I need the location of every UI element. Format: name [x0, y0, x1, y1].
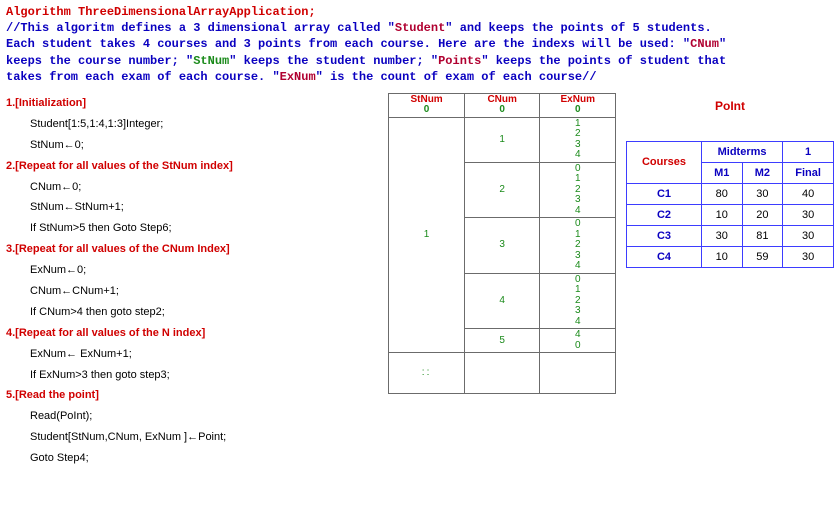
trace-cnum-cell: 5 [464, 329, 540, 353]
comment-text: takes from each exam of each course. " [6, 70, 280, 84]
trace-cnum-cell: 3 [464, 218, 540, 274]
trace-exnum-cell: 0 1 2 3 4 [540, 162, 616, 218]
step-5-line: Read(PoInt); [30, 406, 382, 427]
point-val: 30 [783, 204, 834, 225]
trace-exnum-cell: 0 1 2 3 4 [540, 273, 616, 329]
trace-empty [464, 353, 540, 394]
step-2-line: CNum←0; [30, 177, 382, 198]
step-1-label: 1.[Initialization] [6, 93, 382, 114]
algorithm-header: Algorithm ThreeDimensionalArrayApplicati… [0, 0, 840, 87]
trace-head-cnum: CNum0 [464, 93, 540, 117]
point-val: 81 [742, 225, 783, 246]
point-course: C3 [627, 225, 702, 246]
point-val: 40 [783, 183, 834, 204]
kw-student: Student [395, 21, 445, 35]
point-val: 30 [783, 246, 834, 267]
trace-head-stnum: StNum0 [389, 93, 465, 117]
step-2-label: 2.[Repeat for all values of the StNum in… [6, 156, 382, 177]
trace-head-exnum: ExNum0 [540, 93, 616, 117]
point-head-m2: M2 [742, 162, 783, 183]
step-3-label: 3.[Repeat for all values of the CNum Ind… [6, 239, 382, 260]
trace-ex-val: 4 [575, 150, 581, 161]
step-1-line: StNum←0; [30, 135, 382, 156]
step-3-line: ExNum←0; [30, 260, 382, 281]
point-val: 30 [742, 183, 783, 204]
point-row: C4 10 59 30 [627, 246, 834, 267]
trace-ex-val: 4 [575, 317, 581, 328]
point-row: C2 10 20 30 [627, 204, 834, 225]
trace-cnum-cell: 2 [464, 162, 540, 218]
step-2-line: StNum←StNum+1; [30, 197, 382, 218]
trace-ex-val: 4 [575, 261, 581, 272]
point-column: PoInt Courses Midterms 1 M1 M2 Final C1 … [626, 93, 834, 268]
trace-ex-val: 4 [575, 206, 581, 217]
point-val: 80 [701, 183, 742, 204]
trace-dots: :: [389, 353, 465, 394]
steps-column: 1.[Initialization] Student[1:5,1:4,1:3]I… [6, 93, 382, 469]
point-course: C4 [627, 246, 702, 267]
trace-exnum-cell: 0 1 2 3 4 [540, 218, 616, 274]
point-title: PoInt [626, 99, 834, 113]
step-5-label: 5.[Read the point] [6, 385, 382, 406]
step-3-line: CNum←CNum+1; [30, 281, 382, 302]
algorithm-comment: //This algoritm defines a 3 dimensional … [6, 20, 834, 85]
point-head-midterms: Midterms [701, 141, 782, 162]
kw-points: Points [438, 54, 481, 68]
step-4-line: If ExNum>3 then goto step3; [30, 365, 382, 386]
trace-empty [540, 353, 616, 394]
kw-cnum: CNum [690, 37, 719, 51]
point-head-one: 1 [783, 141, 834, 162]
point-head-courses: Courses [627, 141, 702, 183]
comment-text: " and keeps the points of 5 students. [445, 21, 711, 35]
step-5-line: Student[StNum,CNum, ExNum ]←Point; [30, 427, 382, 448]
trace-column: StNum0 CNum0 ExNum0 1 1 1 2 3 4 [388, 93, 616, 395]
trace-cnum-cell: 4 [464, 273, 540, 329]
comment-text: //This algoritm defines a 3 dimensional … [6, 21, 395, 35]
point-val: 30 [783, 225, 834, 246]
point-val: 20 [742, 204, 783, 225]
point-row: C1 80 30 40 [627, 183, 834, 204]
trace-exnum-cell: 1 2 3 4 [540, 117, 616, 162]
comment-text: " [719, 37, 726, 51]
step-3-line: If CNum>4 then goto step2; [30, 302, 382, 323]
trace-exnum-cell: 4 0 [540, 329, 616, 353]
comment-text: " keeps the points of student that [481, 54, 726, 68]
comment-text: " keeps the student number; " [229, 54, 438, 68]
point-val: 59 [742, 246, 783, 267]
algorithm-title: Algorithm ThreeDimensionalArrayApplicati… [6, 4, 834, 20]
comment-text: Each student takes 4 courses and 3 point… [6, 37, 690, 51]
trace-table: StNum0 CNum0 ExNum0 1 1 1 2 3 4 [388, 93, 616, 395]
point-head-final: Final [783, 162, 834, 183]
kw-exnum: ExNum [280, 70, 316, 84]
point-row: C3 30 81 30 [627, 225, 834, 246]
point-head-m1: M1 [701, 162, 742, 183]
kw-stnum: StNum [193, 54, 229, 68]
step-4-line: ExNum← ExNum+1; [30, 344, 382, 365]
step-1-line: Student[1:5,1:4,1:3]Integer; [30, 114, 382, 135]
comment-text: " is the count of exam of each course// [316, 70, 597, 84]
trace-cnum-cell: 1 [464, 117, 540, 162]
point-course: C1 [627, 183, 702, 204]
point-val: 10 [701, 246, 742, 267]
step-5-line: Goto Step4; [30, 448, 382, 469]
point-table: Courses Midterms 1 M1 M2 Final C1 80 30 … [626, 141, 834, 268]
trace-stnum-cell: 1 [389, 117, 465, 353]
step-4-label: 4.[Repeat for all values of the N index] [6, 323, 382, 344]
trace-ex-val: 0 [575, 341, 581, 352]
step-2-line: If StNum>5 then Goto Step6; [30, 218, 382, 239]
point-val: 30 [701, 225, 742, 246]
point-val: 10 [701, 204, 742, 225]
comment-text: keeps the course number; " [6, 54, 193, 68]
point-course: C2 [627, 204, 702, 225]
